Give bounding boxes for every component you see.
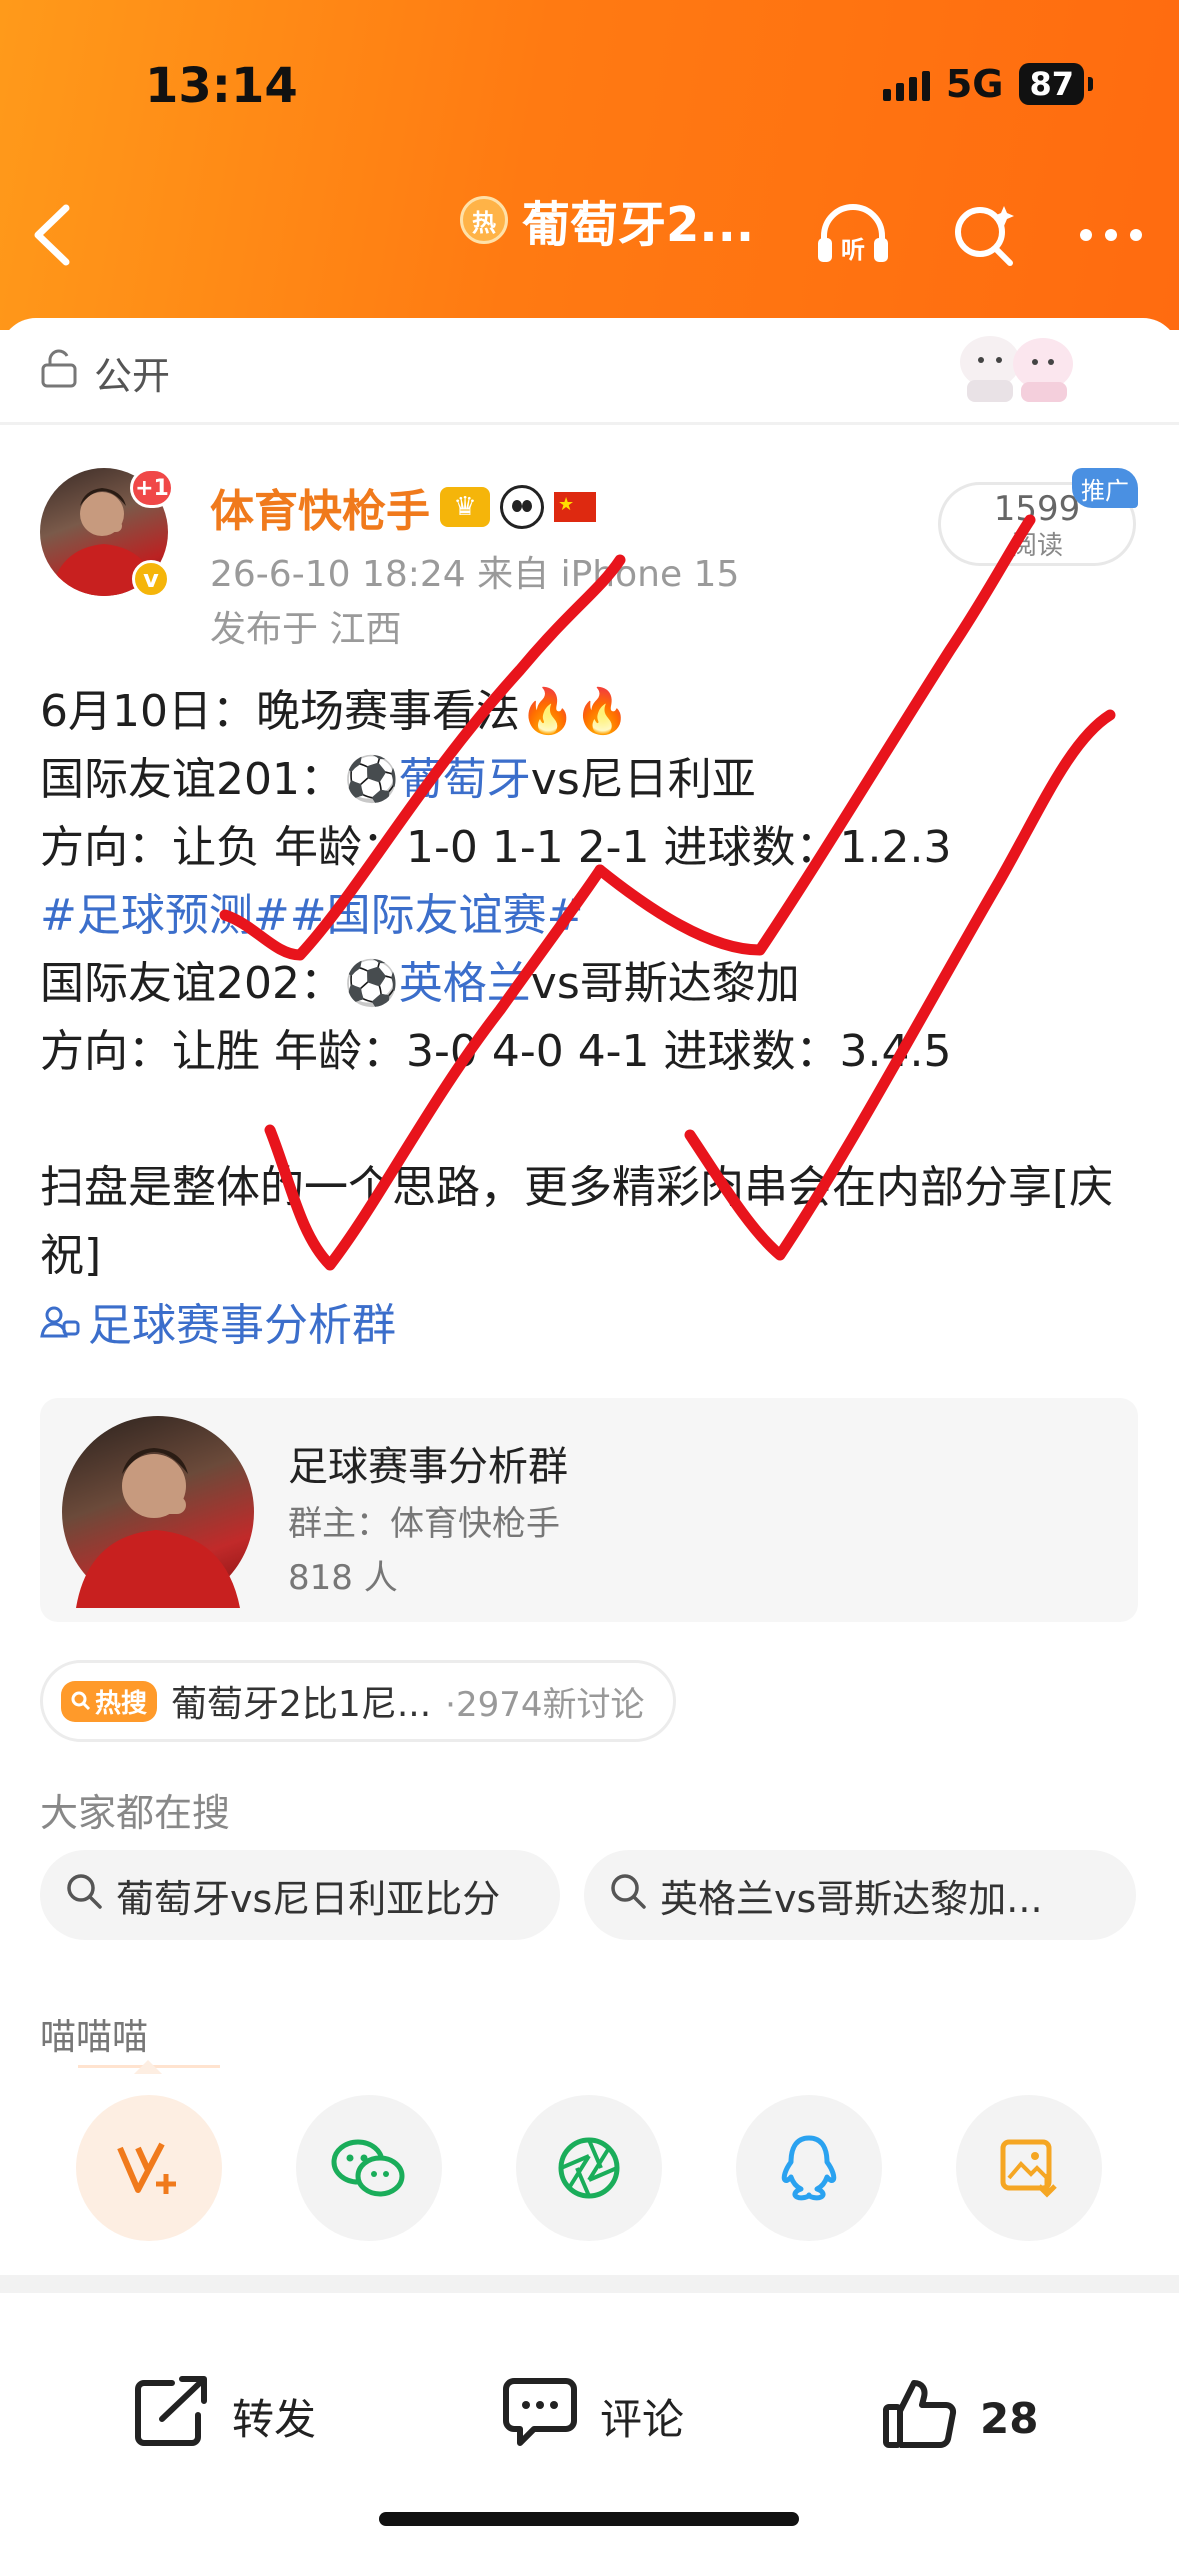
username[interactable]: 体育快枪手 — [210, 475, 430, 539]
visibility-label: 公开 — [94, 354, 171, 398]
repost-button[interactable]: 转发 — [132, 2373, 316, 2459]
like-button[interactable]: 28 — [880, 2373, 1038, 2463]
repost-icon — [132, 2373, 212, 2459]
like-count: 28 — [980, 2393, 1039, 2443]
status-time: 13:14 — [145, 58, 298, 114]
related-search-title: 大家都在搜 — [40, 1791, 231, 1835]
china-flag-icon: ★ — [554, 492, 596, 522]
match-label: 国际友谊202： — [40, 958, 344, 1009]
comment-icon — [500, 2373, 580, 2459]
post-time-device: 26-6-10 18:24 来自 iPhone 15 — [210, 554, 740, 595]
related-search-chip[interactable]: 葡萄牙vs尼日利亚比分 — [40, 1850, 560, 1940]
comment-label: 评论 — [600, 2394, 685, 2444]
nav-title[interactable]: 热 葡萄牙2... — [460, 185, 754, 255]
hot-search-text: 葡萄牙2比1尼... — [171, 1684, 432, 1725]
search-icon — [608, 1871, 648, 1920]
group-link-text: 足球赛事分析群 — [88, 1300, 396, 1351]
post-line: 方向：让负 年龄：1-0 1-1 2-1 进球数：1.2.3 — [40, 822, 952, 873]
share-row — [0, 2095, 1179, 2245]
weibo-vplus-icon[interactable] — [76, 2095, 222, 2241]
match-opponent: vs尼日利亚 — [530, 754, 756, 805]
listen-icon[interactable]: 听 — [814, 202, 892, 268]
battery-level: 87 — [1019, 63, 1093, 105]
hot-search-tag-text: 热搜 — [95, 1688, 148, 1719]
home-indicator — [379, 2512, 799, 2526]
wechat-icon[interactable] — [296, 2095, 442, 2241]
group-chat-icon — [40, 1292, 80, 1360]
group-members: 818 人 — [288, 1558, 398, 1598]
repost-label: 转发 — [232, 2394, 317, 2444]
divider — [0, 2275, 1179, 2293]
post-line: 6月10日：晚场赛事看法🔥🔥 — [40, 686, 630, 737]
qq-icon[interactable] — [736, 2095, 882, 2241]
hot-search-pill[interactable]: 热搜 葡萄牙2比1尼... ·2974新讨论 — [40, 1660, 676, 1742]
panda-badge-icon — [500, 485, 544, 529]
search-icon[interactable] — [950, 200, 1020, 270]
group-owner: 群主：体育快枪手 — [288, 1504, 560, 1544]
more-icon[interactable] — [1078, 225, 1144, 245]
group-avatar — [62, 1416, 254, 1608]
post-line: 国际友谊201：⚽葡萄牙vs尼日利亚 — [40, 746, 1150, 814]
nav-title-text: 葡萄牙2... — [522, 197, 755, 253]
post-line: 国际友谊202：⚽英格兰vs哥斯达黎加 — [40, 950, 1150, 1018]
team-link-england[interactable]: ⚽英格兰 — [344, 958, 531, 1009]
group-link[interactable]: 足球赛事分析群 — [40, 1292, 1150, 1360]
thumbs-up-icon — [880, 2373, 960, 2463]
post-location: 发布于 江西 — [210, 609, 402, 650]
read-label: 阅读 — [1010, 531, 1063, 561]
post-line: 扫盘是整体的一个思路，更多精彩肉串会在内部分享[庆祝] — [40, 1162, 1114, 1281]
match-label: 国际友谊201： — [40, 754, 344, 805]
hot-search-count: ·2974新讨论 — [445, 1684, 645, 1725]
visibility-row: 公开 — [40, 345, 170, 400]
moments-icon[interactable] — [516, 2095, 662, 2241]
hashtag-links[interactable]: #足球预测##国际友谊赛# — [40, 882, 1150, 950]
match-opponent: vs哥斯达黎加 — [530, 958, 800, 1009]
plus-one-badge: +1 — [130, 468, 174, 508]
promo-tag: 推广 — [1072, 468, 1138, 508]
hot-badge: 热 — [460, 196, 508, 244]
username-row: 体育快枪手 ♛ ★ — [210, 475, 596, 539]
sticker-decoration-icon — [945, 322, 1085, 407]
comment-button[interactable]: 评论 — [500, 2373, 684, 2459]
post-line: 方向：让胜 年龄：3-0 4-0 4-1 进球数：3.4.5 — [40, 1026, 952, 1077]
share-caret — [134, 2060, 162, 2074]
search-icon — [71, 1691, 91, 1711]
related-search-text: 葡萄牙vs尼日利亚比分 — [116, 1876, 501, 1921]
network-type: 5G — [945, 62, 1004, 106]
svg-text:听: 听 — [841, 236, 865, 264]
post-body: 6月10日：晚场赛事看法🔥🔥 国际友谊201：⚽葡萄牙vs尼日利亚 方向：让负 … — [40, 678, 1150, 1360]
signal-icon — [882, 67, 930, 101]
crown-badge-icon: ♛ — [440, 487, 490, 527]
group-name: 足球赛事分析群 — [288, 1444, 568, 1490]
share-label: 喵喵喵 — [40, 2017, 149, 2058]
divider — [0, 422, 1179, 425]
hot-search-tag: 热搜 — [61, 1680, 158, 1722]
group-card[interactable]: 足球赛事分析群 群主：体育快枪手 818 人 — [40, 1398, 1138, 1622]
back-icon[interactable] — [28, 200, 88, 280]
related-search-text: 英格兰vs哥斯达黎加... — [660, 1876, 1043, 1921]
nav-actions: 听 — [814, 200, 1144, 270]
lock-icon — [40, 348, 78, 397]
status-indicators: 5G 87 — [882, 62, 1093, 106]
search-icon — [64, 1871, 104, 1920]
team-link-portugal[interactable]: ⚽葡萄牙 — [344, 754, 531, 805]
top-header: 13:14 5G 87 热 葡萄牙2... 听 — [0, 0, 1179, 330]
verified-icon: v — [132, 560, 170, 598]
save-image-icon[interactable] — [956, 2095, 1102, 2241]
related-search-chip[interactable]: 英格兰vs哥斯达黎加... — [584, 1850, 1136, 1940]
